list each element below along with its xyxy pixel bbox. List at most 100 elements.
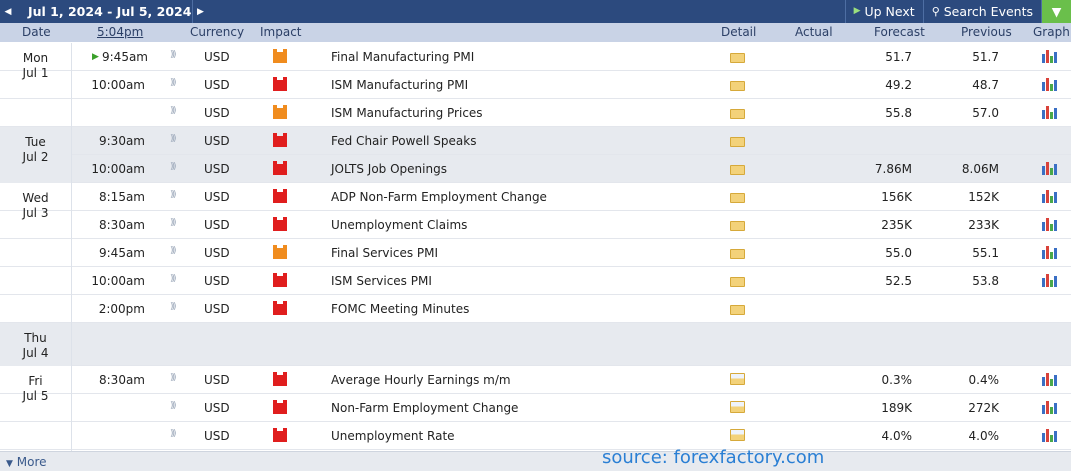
detail-folder-icon[interactable]	[730, 277, 745, 287]
impact-medium-icon[interactable]	[273, 105, 287, 119]
graph-icon[interactable]	[1042, 48, 1057, 63]
header-time[interactable]: 5:04pm	[97, 25, 143, 39]
impact-high-icon[interactable]	[273, 273, 287, 287]
sound-icon[interactable]: )))	[170, 373, 176, 383]
sound-icon[interactable]: )))	[170, 134, 176, 144]
calendar-toolbar: ◀ Jul 1, 2024 - Jul 5, 2024 ▶ ▶ Up Next ⚲…	[0, 0, 1071, 23]
sound-icon[interactable]: )))	[170, 162, 176, 172]
impact-high-icon[interactable]	[273, 372, 287, 386]
detail-folder-icon[interactable]	[730, 401, 745, 413]
more-link[interactable]: ▼ More	[6, 455, 47, 469]
day-name: Mon	[22, 51, 49, 65]
event-row[interactable]: 8:15am))) USD ADP Non-Farm Employment Chan…	[0, 183, 1071, 211]
event-previous: 152K	[968, 190, 999, 204]
sound-icon[interactable]: )))	[170, 302, 176, 312]
triangle-left-icon: ◀	[4, 6, 12, 17]
event-title[interactable]: ADP Non-Farm Employment Change	[331, 190, 547, 204]
event-row[interactable]: 10:00am))) USD ISM Services PMI 52.5 53.8	[0, 267, 1071, 295]
sound-icon[interactable]: )))	[170, 429, 176, 439]
event-forecast: 4.0%	[881, 429, 913, 443]
graph-icon[interactable]	[1042, 104, 1057, 119]
event-title[interactable]: JOLTS Job Openings	[331, 162, 447, 176]
event-row[interactable]: 10:00am))) USD ISM Manufacturing PMI 49.2 48…	[0, 71, 1071, 99]
event-title[interactable]: FOMC Meeting Minutes	[331, 302, 469, 316]
event-row[interactable]: 9:45am ▶))) USD Final Manufacturing PMI 51.7…	[0, 43, 1071, 71]
event-currency: USD	[204, 50, 230, 64]
sound-icon[interactable]: )))	[170, 106, 176, 116]
detail-folder-icon[interactable]	[730, 221, 745, 231]
sound-icon[interactable]: )))	[170, 50, 176, 60]
event-row[interactable]: ))) USD ISM Manufacturing Prices 55.8 57.0	[0, 99, 1071, 127]
event-title[interactable]: ISM Manufacturing PMI	[331, 78, 468, 92]
event-row[interactable]: ))) USD Unemployment Rate 4.0% 4.0%	[0, 422, 1071, 450]
detail-folder-icon[interactable]	[730, 249, 745, 259]
sound-icon[interactable]: )))	[170, 78, 176, 88]
day-date: Jul 4	[22, 346, 49, 360]
detail-folder-icon[interactable]	[730, 81, 745, 91]
event-title[interactable]: Average Hourly Earnings m/m	[331, 373, 511, 387]
detail-folder-icon[interactable]	[730, 429, 745, 441]
sound-icon[interactable]: )))	[170, 218, 176, 228]
detail-folder-icon[interactable]	[730, 109, 745, 119]
detail-folder-icon[interactable]	[730, 137, 745, 147]
impact-high-icon[interactable]	[273, 161, 287, 175]
search-events-button[interactable]: ⚲ Search Events	[922, 0, 1041, 23]
event-row[interactable]: 10:00am))) USD JOLTS Job Openings 7.86M 8.06…	[0, 155, 1071, 183]
date-range-label[interactable]: Jul 1, 2024 - Jul 5, 2024	[18, 0, 198, 23]
triangle-right-icon: ▶	[197, 6, 204, 17]
impact-high-icon[interactable]	[273, 77, 287, 91]
graph-icon[interactable]	[1042, 272, 1057, 287]
sound-icon[interactable]: )))	[170, 274, 176, 284]
event-title[interactable]: Unemployment Claims	[331, 218, 467, 232]
up-next-button[interactable]: ▶ Up Next	[844, 0, 923, 23]
header-currency: Currency	[190, 25, 245, 39]
graph-icon[interactable]	[1042, 188, 1057, 203]
event-previous: 8.06M	[961, 162, 999, 176]
day-cell: Wed Jul 3	[0, 183, 72, 323]
event-row[interactable]: 9:45am))) USD Final Services PMI 55.0 55.1	[0, 239, 1071, 267]
graph-icon[interactable]	[1042, 371, 1057, 386]
event-title[interactable]: ISM Manufacturing Prices	[331, 106, 483, 120]
graph-icon[interactable]	[1042, 399, 1057, 414]
impact-high-icon[interactable]	[273, 189, 287, 203]
sound-icon[interactable]: )))	[170, 246, 176, 256]
detail-folder-icon[interactable]	[730, 373, 745, 385]
filter-button[interactable]: ▼	[1041, 0, 1071, 23]
impact-high-icon[interactable]	[273, 400, 287, 414]
detail-folder-icon[interactable]	[730, 193, 745, 203]
impact-high-icon[interactable]	[273, 301, 287, 315]
graph-icon[interactable]	[1042, 427, 1057, 442]
impact-medium-icon[interactable]	[273, 245, 287, 259]
graph-icon[interactable]	[1042, 244, 1057, 259]
event-title[interactable]: Non-Farm Employment Change	[331, 401, 518, 415]
event-title[interactable]: Final Manufacturing PMI	[331, 50, 474, 64]
impact-high-icon[interactable]	[273, 428, 287, 442]
detail-folder-icon[interactable]	[730, 305, 745, 315]
previous-week-button[interactable]: ◀	[0, 0, 16, 23]
event-title[interactable]: Final Services PMI	[331, 246, 438, 260]
event-previous: 48.7	[972, 78, 999, 92]
event-currency: USD	[204, 218, 230, 232]
impact-medium-icon[interactable]	[273, 49, 287, 63]
event-row[interactable]: 9:30am))) USD Fed Chair Powell Speaks	[0, 127, 1071, 155]
detail-folder-icon[interactable]	[730, 165, 745, 175]
event-row[interactable]: 8:30am))) USD Unemployment Claims 235K 233K	[0, 211, 1071, 239]
event-row[interactable]: ))) USD Non-Farm Employment Change 189K 272K	[0, 394, 1071, 422]
event-row[interactable]: 8:30am))) USD Average Hourly Earnings m/m 0…	[0, 366, 1071, 394]
event-title[interactable]: ISM Services PMI	[331, 274, 432, 288]
detail-folder-icon[interactable]	[730, 53, 745, 63]
event-title[interactable]: Unemployment Rate	[331, 429, 455, 443]
source-caption: source: forexfactory.com	[602, 447, 825, 468]
event-currency: USD	[204, 302, 230, 316]
graph-icon[interactable]	[1042, 160, 1057, 175]
graph-icon[interactable]	[1042, 216, 1057, 231]
event-title[interactable]: Fed Chair Powell Speaks	[331, 134, 476, 148]
impact-high-icon[interactable]	[273, 217, 287, 231]
sound-icon[interactable]: )))	[170, 401, 176, 411]
impact-high-icon[interactable]	[273, 133, 287, 147]
next-week-button[interactable]: ▶	[192, 0, 208, 23]
graph-icon[interactable]	[1042, 76, 1057, 91]
event-row[interactable]: 2:00pm))) USD FOMC Meeting Minutes	[0, 295, 1071, 323]
day-name: Wed	[22, 191, 49, 205]
sound-icon[interactable]: )))	[170, 190, 176, 200]
